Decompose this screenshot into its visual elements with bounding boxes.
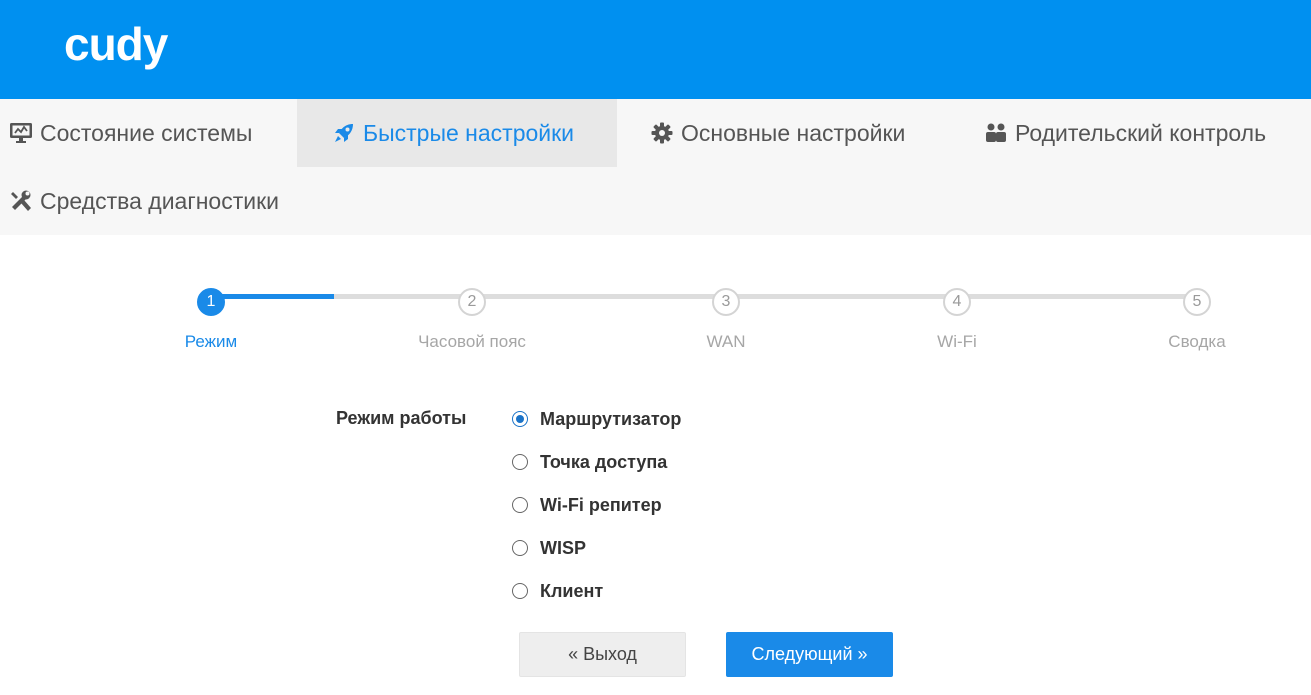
wizard-progress: 1 2 3 4 5 Режим Часовой пояс WAN Wi-Fi С… — [0, 235, 1311, 365]
nav-item-label: Родительский контроль — [1015, 119, 1267, 146]
progress-track — [211, 294, 1198, 299]
radio-router[interactable] — [512, 411, 528, 427]
step-3-label: WAN — [706, 332, 746, 351]
mode-option-label: Точка доступа — [540, 451, 668, 472]
step-4-label: Wi-Fi — [937, 332, 977, 351]
users-icon — [983, 120, 1009, 146]
gear-icon — [649, 120, 675, 146]
wrench-icon — [8, 188, 34, 214]
rocket-icon — [331, 120, 357, 146]
nav-item-system-status[interactable]: Состояние системы — [0, 99, 297, 167]
progress-fill — [211, 294, 335, 299]
nav-item-parental-control[interactable]: Родительский контроль — [947, 99, 1311, 167]
svg-text:cudy: cudy — [64, 22, 169, 70]
operation-mode-label: Режим работы — [336, 408, 467, 428]
radio-wisp[interactable] — [512, 540, 528, 556]
mode-option-access-point[interactable]: Точка доступа — [512, 450, 667, 474]
radio-repeater[interactable] — [512, 497, 528, 513]
next-button[interactable]: Следующий » — [726, 632, 893, 677]
top-header: cudy — [0, 0, 1311, 99]
mode-option-router[interactable]: Маршрутизатор — [512, 407, 681, 431]
nav-item-label: Быстрые настройки — [363, 119, 575, 146]
mode-option-label: Wi-Fi репитер — [540, 494, 662, 515]
mode-option-client[interactable]: Клиент — [512, 579, 603, 603]
step-5-label: Сводка — [1168, 332, 1226, 351]
step-5-circle: 5 — [1183, 288, 1211, 316]
mode-option-repeater[interactable]: Wi-Fi репитер — [512, 493, 662, 517]
step-4-circle: 4 — [943, 288, 971, 316]
radio-client[interactable] — [512, 583, 528, 599]
step-2-label: Часовой пояс — [418, 332, 526, 351]
nav-item-diagnostics[interactable]: Средства диагностики — [0, 167, 310, 235]
cudy-logo: cudy — [64, 22, 170, 70]
monitor-icon — [8, 120, 34, 146]
mode-option-label: Маршрутизатор — [540, 408, 682, 429]
nav-item-label: Состояние системы — [40, 119, 253, 146]
mode-option-wisp[interactable]: WISP — [512, 536, 586, 560]
step-2-circle: 2 — [458, 288, 486, 316]
main-nav: Состояние системы Быстрые настройки Осно… — [0, 99, 1311, 235]
radio-access-point[interactable] — [512, 454, 528, 470]
nav-item-label: Средства диагностики — [40, 187, 280, 214]
step-1-label: Режим — [184, 332, 238, 351]
exit-button[interactable]: « Выход — [519, 632, 686, 677]
mode-option-label: Клиент — [540, 580, 604, 601]
nav-item-basic-settings[interactable]: Основные настройки — [617, 99, 947, 167]
step-3-circle: 3 — [712, 288, 740, 316]
mode-option-label: WISP — [540, 537, 587, 558]
nav-item-label: Основные настройки — [681, 119, 906, 146]
nav-item-quick-setup[interactable]: Быстрые настройки — [297, 99, 617, 167]
step-1-circle: 1 — [197, 288, 225, 316]
